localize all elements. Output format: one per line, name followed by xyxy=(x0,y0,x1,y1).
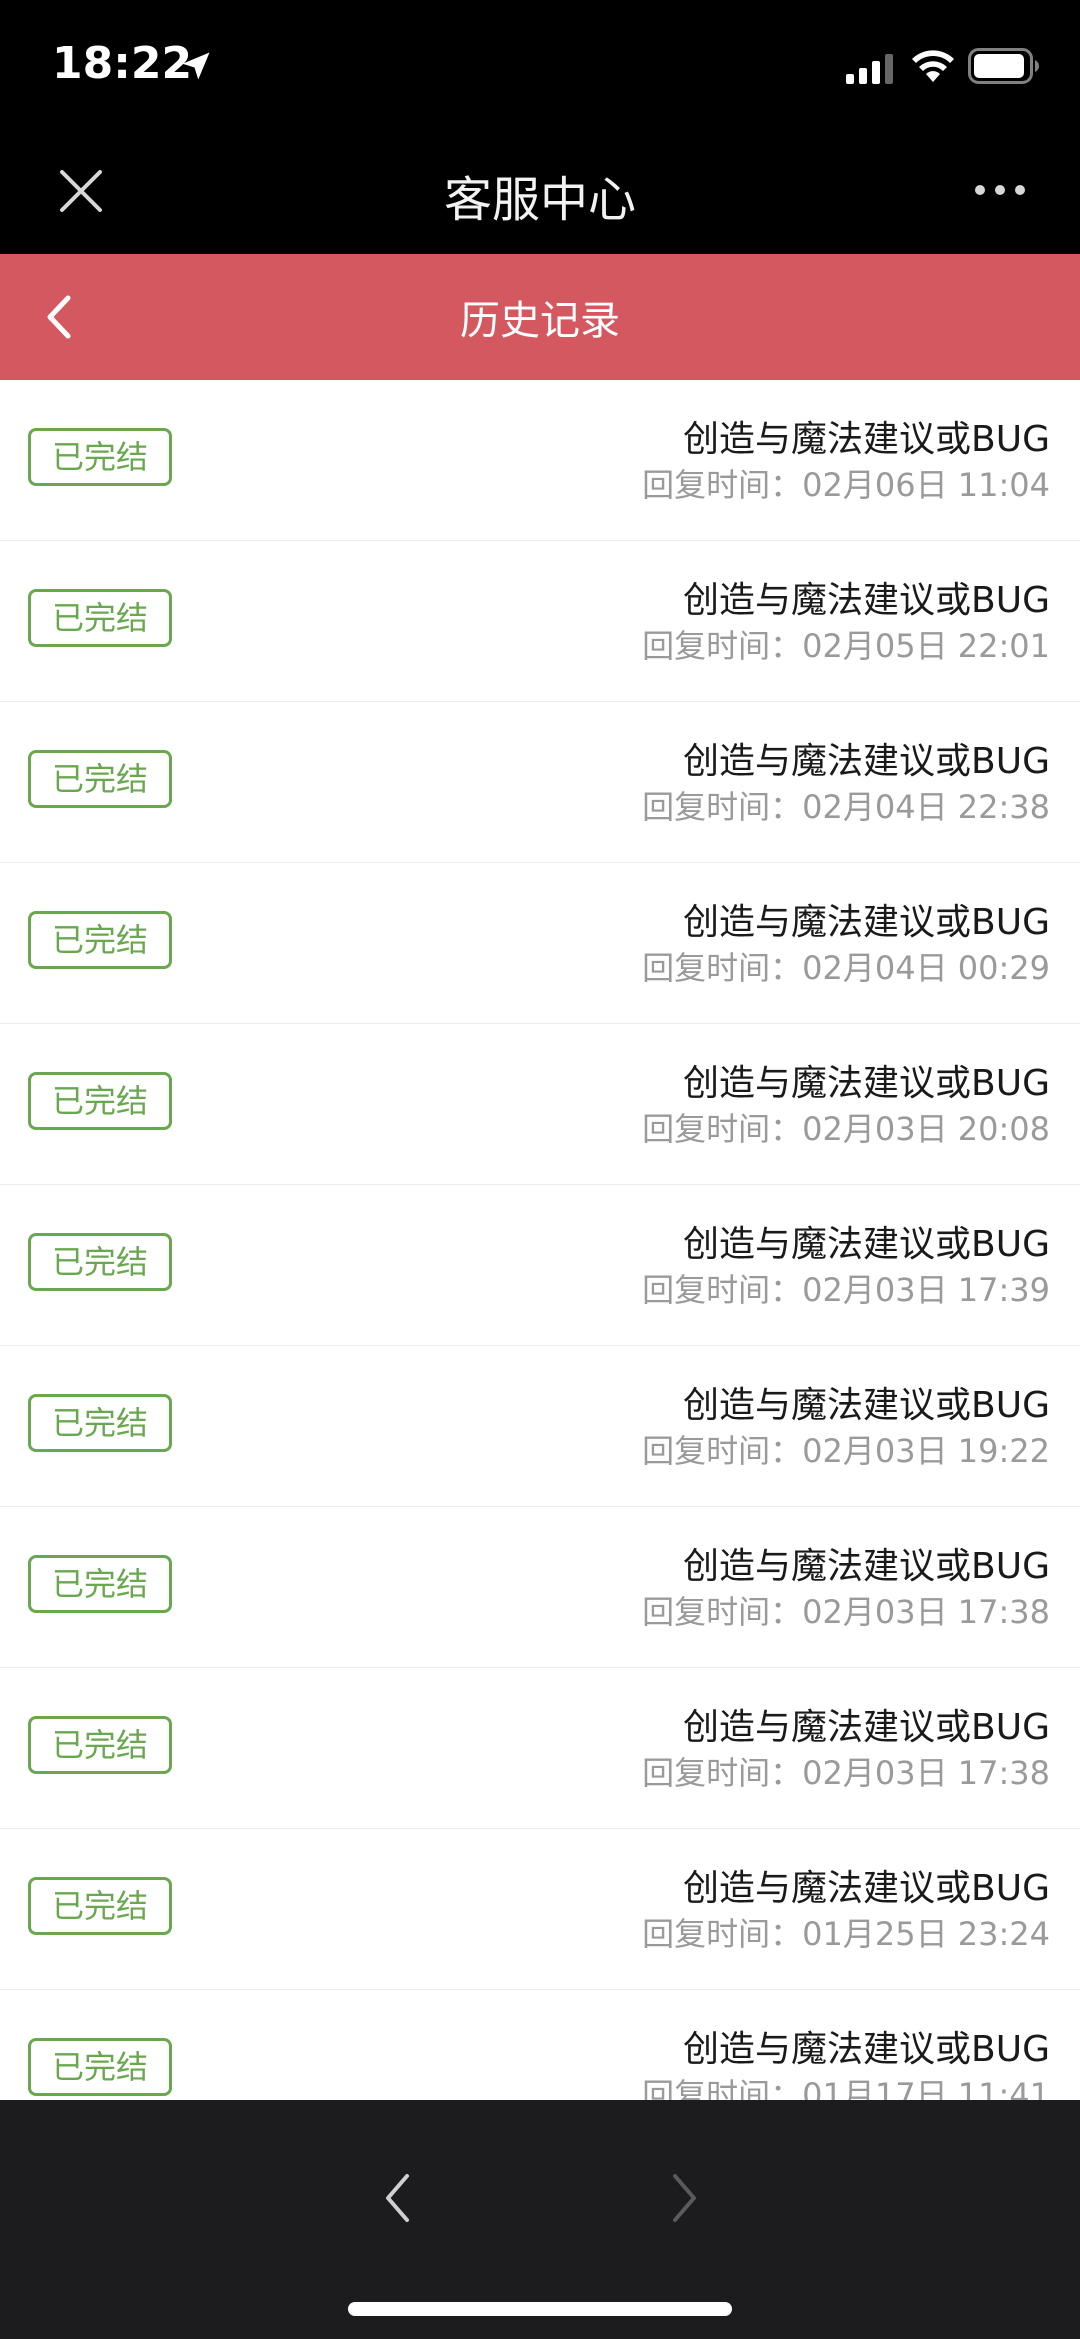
list-item[interactable]: 已完结 创造与魔法建议或BUG 回复时间：02月06日 11:04 xyxy=(0,380,1080,541)
home-indicator xyxy=(348,2302,732,2316)
page-title: 客服中心 xyxy=(443,172,636,228)
status-badge: 已完结 xyxy=(28,1716,172,1774)
history-header: 历史记录 xyxy=(0,254,1080,380)
item-title: 创造与魔法建议或BUG xyxy=(683,580,1050,621)
list-item[interactable]: 已完结 创造与魔法建议或BUG 回复时间：02月03日 17:38 xyxy=(0,1507,1080,1668)
item-title: 创造与魔法建议或BUG xyxy=(683,741,1050,782)
title-bar: 客服中心 xyxy=(0,130,1080,254)
history-list: 已完结 创造与魔法建议或BUG 回复时间：02月06日 11:04 已完结 创造… xyxy=(0,380,1080,2100)
status-badge: 已完结 xyxy=(28,1233,172,1291)
item-title: 创造与魔法建议或BUG xyxy=(683,1063,1050,1104)
item-title: 创造与魔法建议或BUG xyxy=(683,1868,1050,1909)
status-badge: 已完结 xyxy=(28,750,172,808)
item-title: 创造与魔法建议或BUG xyxy=(683,2029,1050,2070)
item-time: 回复时间：02月03日 17:39 xyxy=(642,1271,1050,1309)
list-item[interactable]: 已完结 创造与魔法建议或BUG 回复时间：02月03日 17:38 xyxy=(0,1668,1080,1829)
item-time: 回复时间：02月05日 22:01 xyxy=(642,627,1050,665)
item-time: 回复时间：02月03日 17:38 xyxy=(642,1754,1050,1792)
chevron-right-icon[interactable] xyxy=(668,2170,702,2226)
item-title: 创造与魔法建议或BUG xyxy=(683,1224,1050,1265)
list-item[interactable]: 已完结 创造与魔法建议或BUG 回复时间：02月04日 00:29 xyxy=(0,863,1080,1024)
list-item[interactable]: 已完结 创造与魔法建议或BUG 回复时间：01月25日 23:24 xyxy=(0,1829,1080,1990)
status-badge: 已完结 xyxy=(28,428,172,486)
item-time: 回复时间：02月03日 20:08 xyxy=(642,1110,1050,1148)
item-title: 创造与魔法建议或BUG xyxy=(683,1385,1050,1426)
status-badge: 已完结 xyxy=(28,1555,172,1613)
item-time: 回复时间：02月04日 22:38 xyxy=(642,788,1050,826)
item-title: 创造与魔法建议或BUG xyxy=(683,419,1050,460)
chevron-left-icon[interactable] xyxy=(380,2170,414,2226)
location-arrow-icon xyxy=(182,52,210,80)
item-time: 回复时间：02月03日 19:22 xyxy=(642,1432,1050,1470)
item-time: 回复时间：01月25日 23:24 xyxy=(642,1915,1050,1953)
list-item[interactable]: 已完结 创造与魔法建议或BUG 回复时间：01月17日 11:41 xyxy=(0,1990,1080,2100)
status-badge: 已完结 xyxy=(28,1877,172,1935)
list-item[interactable]: 已完结 创造与魔法建议或BUG 回复时间：02月05日 22:01 xyxy=(0,541,1080,702)
list-item[interactable]: 已完结 创造与魔法建议或BUG 回复时间：02月04日 22:38 xyxy=(0,702,1080,863)
more-dots-icon[interactable] xyxy=(972,182,1028,198)
item-title: 创造与魔法建议或BUG xyxy=(683,902,1050,943)
item-time: 回复时间：02月03日 17:38 xyxy=(642,1593,1050,1631)
status-badge: 已完结 xyxy=(28,911,172,969)
list-item[interactable]: 已完结 创造与魔法建议或BUG 回复时间：02月03日 19:22 xyxy=(0,1346,1080,1507)
status-bar: 18:22 xyxy=(0,0,1080,130)
status-badge: 已完结 xyxy=(28,2038,172,2096)
item-title: 创造与魔法建议或BUG xyxy=(683,1546,1050,1587)
wifi-icon xyxy=(912,50,954,82)
cellular-signal-icon xyxy=(846,54,893,84)
battery-icon xyxy=(968,48,1039,84)
item-time: 回复时间：02月04日 00:29 xyxy=(642,949,1050,987)
list-item[interactable]: 已完结 创造与魔法建议或BUG 回复时间：02月03日 20:08 xyxy=(0,1024,1080,1185)
list-item[interactable]: 已完结 创造与魔法建议或BUG 回复时间：02月03日 17:39 xyxy=(0,1185,1080,1346)
status-badge: 已完结 xyxy=(28,589,172,647)
status-badge: 已完结 xyxy=(28,1072,172,1130)
item-time: 回复时间：02月06日 11:04 xyxy=(642,466,1050,504)
history-title: 历史记录 xyxy=(460,298,620,344)
status-time: 18:22 xyxy=(52,38,193,89)
item-title: 创造与魔法建议或BUG xyxy=(683,1707,1050,1748)
status-badge: 已完结 xyxy=(28,1394,172,1452)
item-time: 回复时间：01月17日 11:41 xyxy=(642,2076,1050,2100)
